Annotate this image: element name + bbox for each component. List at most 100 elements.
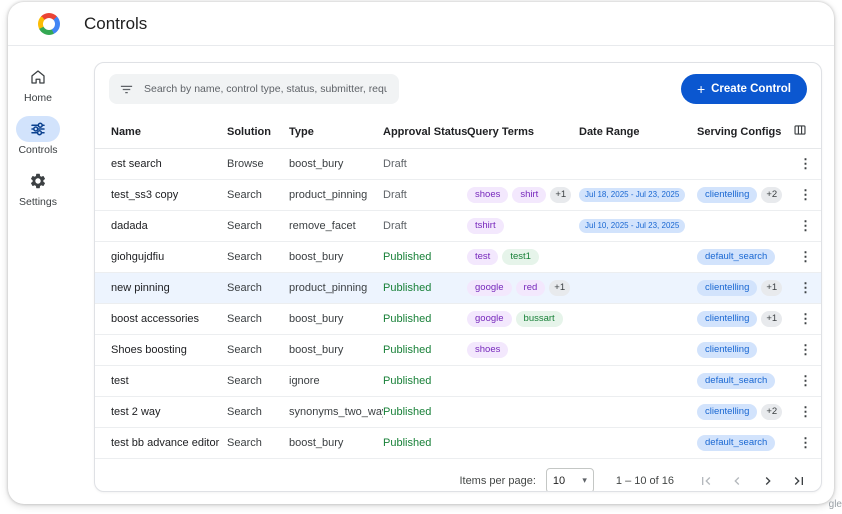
plus-icon: + (697, 82, 705, 96)
cell-serving-configs (697, 211, 793, 242)
last-page-button[interactable] (791, 473, 807, 489)
first-page-button[interactable] (698, 473, 714, 489)
cell-actions: ⋮ (793, 273, 821, 304)
cell-type: boost_bury (289, 149, 383, 180)
table-row[interactable]: giohgujdfiuSearchboost_buryPublishedtest… (95, 242, 821, 273)
chevron-down-icon: ▾ (582, 475, 587, 486)
table-row[interactable]: test 2 waySearchsynonyms_two_wayPublishe… (95, 397, 821, 428)
serving-config-chip: +1 (761, 311, 782, 327)
cell-type: boost_bury (289, 335, 383, 366)
cell-type: product_pinning (289, 180, 383, 211)
date-range-chip: Jul 18, 2025 - Jul 23, 2025 (579, 188, 685, 202)
cell-approval-status: Published (383, 366, 467, 397)
table-row[interactable]: est searchBrowseboost_buryDraft⋮ (95, 149, 821, 180)
cell-approval-status: Published (383, 428, 467, 459)
cell-date-range: Jul 10, 2025 - Jul 23, 2025 (579, 211, 697, 242)
table-body: est searchBrowseboost_buryDraft⋮test_ss3… (95, 149, 821, 459)
serving-config-chip: clientelling (697, 187, 757, 203)
cell-date-range: Jul 18, 2025 - Jul 23, 2025 (579, 180, 697, 211)
cell-type: remove_facet (289, 211, 383, 242)
cell-actions: ⋮ (793, 428, 821, 459)
serving-config-chip: clientelling (697, 311, 757, 327)
cell-approval-status: Published (383, 335, 467, 366)
cell-type: ignore (289, 366, 383, 397)
query-term-chip: test1 (502, 249, 539, 265)
query-term-chip: shirt (512, 187, 546, 203)
serving-config-chip: default_search (697, 249, 775, 265)
cell-serving-configs: default_search (697, 366, 793, 397)
cell-actions: ⋮ (793, 211, 821, 242)
cell-serving-configs: clientelling+1 (697, 304, 793, 335)
table-row[interactable]: boost accessoriesSearchboost_buryPublish… (95, 304, 821, 335)
row-menu-button[interactable]: ⋮ (793, 247, 818, 266)
column-header-serving-configs: Serving Configs (697, 115, 793, 149)
cell-query-terms (467, 397, 579, 428)
cell-date-range (579, 428, 697, 459)
cell-serving-configs: clientelling (697, 335, 793, 366)
sidebar: Home Controls (8, 46, 68, 503)
items-per-page-select[interactable]: 10 ▾ (546, 468, 594, 492)
cell-name: est search (95, 149, 227, 180)
table-row[interactable]: dadadaSearchremove_facetDrafttshirtJul 1… (95, 211, 821, 242)
cell-type: boost_bury (289, 304, 383, 335)
row-menu-button[interactable]: ⋮ (793, 185, 818, 204)
cell-query-terms: googlebussart (467, 304, 579, 335)
column-header-query-terms: Query Terms (467, 115, 579, 149)
query-term-chip: test (467, 249, 498, 265)
search-input[interactable] (142, 82, 389, 96)
row-menu-button[interactable]: ⋮ (793, 309, 818, 328)
app-window: Controls Home (8, 2, 834, 504)
table-toolbar: + Create Control (95, 63, 821, 115)
sidebar-item-label: Home (24, 92, 52, 104)
row-menu-button[interactable]: ⋮ (793, 278, 818, 297)
cell-query-terms: tshirt (467, 211, 579, 242)
table-row[interactable]: test bb advance editorSearchboost_buryPu… (95, 428, 821, 459)
cell-actions: ⋮ (793, 180, 821, 211)
sidebar-item-home[interactable]: Home (16, 64, 60, 104)
sidebar-item-settings[interactable]: Settings (16, 168, 60, 208)
serving-config-chip: +2 (761, 404, 782, 420)
serving-config-chip: clientelling (697, 404, 757, 420)
row-menu-button[interactable]: ⋮ (793, 402, 818, 421)
date-range-chip: Jul 10, 2025 - Jul 23, 2025 (579, 219, 685, 233)
cell-serving-configs: clientelling+2 (697, 180, 793, 211)
table-row[interactable]: test_ss3 copySearchproduct_pinningDrafts… (95, 180, 821, 211)
row-menu-button[interactable]: ⋮ (793, 371, 818, 390)
cell-actions: ⋮ (793, 304, 821, 335)
main-content: + Create Control Name Solution Type (68, 46, 834, 503)
create-control-button[interactable]: + Create Control (681, 74, 807, 104)
cell-serving-configs (697, 149, 793, 180)
tune-sliders-icon (16, 116, 60, 142)
cell-approval-status: Published (383, 397, 467, 428)
next-page-button[interactable] (760, 473, 776, 489)
table-row[interactable]: testSearchignorePublisheddefault_search⋮ (95, 366, 821, 397)
pagination-controls (698, 473, 807, 489)
table-row[interactable]: Shoes boostingSearchboost_buryPublisheds… (95, 335, 821, 366)
column-header-type: Type (289, 115, 383, 149)
search-box[interactable] (109, 74, 399, 104)
column-header-solution: Solution (227, 115, 289, 149)
serving-config-chip: default_search (697, 373, 775, 389)
serving-config-chip: +1 (761, 280, 782, 296)
row-menu-button[interactable]: ⋮ (793, 154, 818, 173)
cell-query-terms (467, 149, 579, 180)
row-menu-button[interactable]: ⋮ (793, 216, 818, 235)
cell-name: test 2 way (95, 397, 227, 428)
column-picker-icon[interactable] (793, 123, 807, 137)
prev-page-button[interactable] (729, 473, 745, 489)
watermark-text: gle (829, 499, 842, 510)
cell-actions: ⋮ (793, 366, 821, 397)
table-footer: Items per page: 10 ▾ 1 – 10 of 16 (95, 459, 821, 492)
row-menu-button[interactable]: ⋮ (793, 433, 818, 452)
cell-actions: ⋮ (793, 335, 821, 366)
sidebar-item-controls[interactable]: Controls (16, 116, 60, 156)
home-icon (16, 64, 60, 90)
page-title: Controls (84, 14, 147, 34)
cell-solution: Search (227, 273, 289, 304)
row-menu-button[interactable]: ⋮ (793, 340, 818, 359)
controls-table: Name Solution Type Approval Status Query… (95, 115, 821, 459)
cell-type: boost_bury (289, 242, 383, 273)
table-row[interactable]: new pinningSearchproduct_pinningPublishe… (95, 273, 821, 304)
cell-actions: ⋮ (793, 397, 821, 428)
serving-config-chip: clientelling (697, 280, 757, 296)
